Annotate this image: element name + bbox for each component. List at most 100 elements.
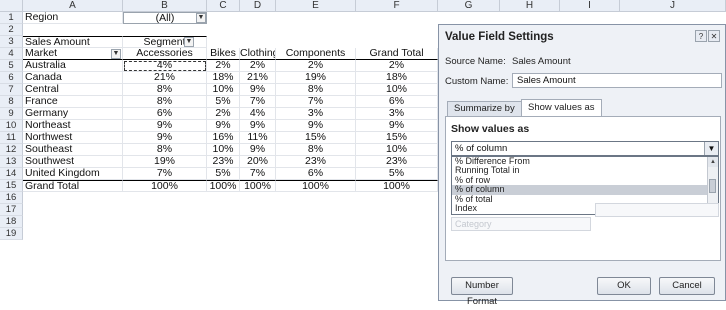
pivot-value-cell[interactable]: 9%: [276, 120, 356, 132]
show-values-select[interactable]: % of column ▼: [451, 141, 719, 156]
filter-dropdown-icon[interactable]: ▼: [196, 13, 206, 23]
pivot-value-cell[interactable]: 6%: [356, 96, 438, 108]
pivot-value-cell[interactable]: 2%: [207, 60, 240, 72]
column-header-a[interactable]: A: [23, 0, 123, 12]
pivot-value-cell[interactable]: 2%: [276, 60, 356, 72]
row-header[interactable]: 13: [0, 156, 23, 168]
pivot-value-cell[interactable]: 18%: [207, 72, 240, 84]
market-dropdown-icon[interactable]: ▼: [111, 49, 121, 59]
pivot-value-cell[interactable]: 100%: [123, 180, 207, 192]
custom-name-input[interactable]: Sales Amount: [512, 73, 722, 88]
number-format-button[interactable]: Number Format: [451, 277, 513, 307]
row-header[interactable]: 12: [0, 144, 23, 156]
pivot-value-cell[interactable]: 100%: [356, 180, 438, 192]
pivot-value-cell[interactable]: 9%: [240, 84, 276, 96]
pivot-value-cell[interactable]: 23%: [356, 156, 438, 168]
segment-dropdown-icon[interactable]: ▼: [184, 37, 194, 47]
pivot-value-cell[interactable]: 20%: [240, 156, 276, 168]
column-header-d[interactable]: D: [240, 0, 276, 12]
pivot-value-cell[interactable]: 23%: [207, 156, 240, 168]
pivot-value-cell[interactable]: 6%: [123, 108, 207, 120]
row-header[interactable]: 17: [0, 204, 23, 216]
column-header-h[interactable]: H: [500, 0, 560, 12]
pivot-value-cell[interactable]: 7%: [276, 96, 356, 108]
pivot-value-cell[interactable]: 100%: [276, 180, 356, 192]
listbox-option[interactable]: Running Total in: [452, 165, 718, 175]
row-header[interactable]: 7: [0, 84, 23, 96]
row-header[interactable]: 5: [0, 60, 23, 72]
row-header[interactable]: 16: [0, 192, 23, 204]
pivot-value-cell[interactable]: 9%: [240, 144, 276, 156]
pivot-value-cell[interactable]: 10%: [356, 144, 438, 156]
pivot-value-cell[interactable]: 6%: [276, 168, 356, 180]
pivot-value-cell[interactable]: 9%: [240, 120, 276, 132]
row-header[interactable]: 15: [0, 180, 23, 192]
row-header[interactable]: 19: [0, 228, 23, 240]
pivot-value-cell[interactable]: 5%: [207, 168, 240, 180]
ok-button[interactable]: OK: [597, 277, 651, 295]
pivot-value-cell[interactable]: 10%: [207, 144, 240, 156]
pivot-value-cell[interactable]: 8%: [123, 96, 207, 108]
select-all-corner[interactable]: [0, 0, 23, 12]
help-icon[interactable]: ?: [695, 30, 707, 42]
tab-show-values-as[interactable]: Show values as: [521, 99, 602, 117]
tab-summarize-by[interactable]: Summarize by: [447, 101, 522, 117]
row-header[interactable]: 18: [0, 216, 23, 228]
row-header[interactable]: 14: [0, 168, 23, 180]
row-header[interactable]: 3: [0, 36, 23, 48]
row-header[interactable]: 2: [0, 24, 23, 36]
pivot-value-cell[interactable]: 9%: [123, 120, 207, 132]
pivot-value-cell[interactable]: 9%: [123, 132, 207, 144]
pivot-value-cell[interactable]: 2%: [356, 60, 438, 72]
pivot-value-cell[interactable]: 4%: [240, 108, 276, 120]
chevron-down-icon[interactable]: ▼: [704, 142, 718, 155]
pivot-value-cell[interactable]: 8%: [123, 144, 207, 156]
pivot-value-cell[interactable]: 100%: [240, 180, 276, 192]
pivot-value-cell[interactable]: 10%: [356, 84, 438, 96]
pivot-value-cell[interactable]: 3%: [276, 108, 356, 120]
pivot-value-cell[interactable]: 7%: [123, 168, 207, 180]
scroll-thumb[interactable]: [709, 179, 716, 193]
row-header[interactable]: 4: [0, 48, 23, 60]
column-header-c[interactable]: C: [207, 0, 240, 12]
column-header-f[interactable]: F: [356, 0, 438, 12]
cancel-button[interactable]: Cancel: [659, 277, 715, 295]
pivot-value-cell[interactable]: 100%: [207, 180, 240, 192]
pivot-value-cell[interactable]: 7%: [240, 96, 276, 108]
row-header[interactable]: 9: [0, 108, 23, 120]
pivot-value-cell[interactable]: 2%: [207, 108, 240, 120]
row-header[interactable]: 6: [0, 72, 23, 84]
pivot-value-cell[interactable]: 5%: [207, 96, 240, 108]
row-header[interactable]: 11: [0, 132, 23, 144]
column-header-e[interactable]: E: [276, 0, 356, 12]
pivot-value-cell[interactable]: 7%: [240, 168, 276, 180]
pivot-value-cell[interactable]: 16%: [207, 132, 240, 144]
pivot-value-cell[interactable]: 21%: [123, 72, 207, 84]
pivot-value-cell[interactable]: 19%: [123, 156, 207, 168]
row-header[interactable]: 8: [0, 96, 23, 108]
pivot-value-cell[interactable]: 18%: [356, 72, 438, 84]
pivot-value-cell[interactable]: 8%: [276, 144, 356, 156]
pivot-value-cell[interactable]: 4%: [123, 60, 207, 72]
column-header-i[interactable]: I: [560, 0, 620, 12]
scroll-up-icon[interactable]: ▲: [708, 157, 718, 167]
pivot-value-cell[interactable]: 3%: [356, 108, 438, 120]
pivot-value-cell[interactable]: 23%: [276, 156, 356, 168]
pivot-value-cell[interactable]: 9%: [356, 120, 438, 132]
pivot-value-cell[interactable]: 9%: [207, 120, 240, 132]
pivot-value-cell[interactable]: 15%: [276, 132, 356, 144]
row-header[interactable]: 1: [0, 12, 23, 24]
pivot-value-cell[interactable]: 2%: [240, 60, 276, 72]
pivot-value-cell[interactable]: 11%: [240, 132, 276, 144]
pivot-value-cell[interactable]: 8%: [276, 84, 356, 96]
pivot-value-cell[interactable]: 21%: [240, 72, 276, 84]
pivot-value-cell[interactable]: 5%: [356, 168, 438, 180]
column-header-j[interactable]: J: [620, 0, 726, 12]
column-header-b[interactable]: B: [123, 0, 207, 12]
pivot-value-cell[interactable]: 15%: [356, 132, 438, 144]
row-header[interactable]: 10: [0, 120, 23, 132]
close-icon[interactable]: ✕: [708, 30, 720, 42]
pivot-value-cell[interactable]: 8%: [123, 84, 207, 96]
pivot-value-cell[interactable]: 19%: [276, 72, 356, 84]
pivot-value-cell[interactable]: 10%: [207, 84, 240, 96]
